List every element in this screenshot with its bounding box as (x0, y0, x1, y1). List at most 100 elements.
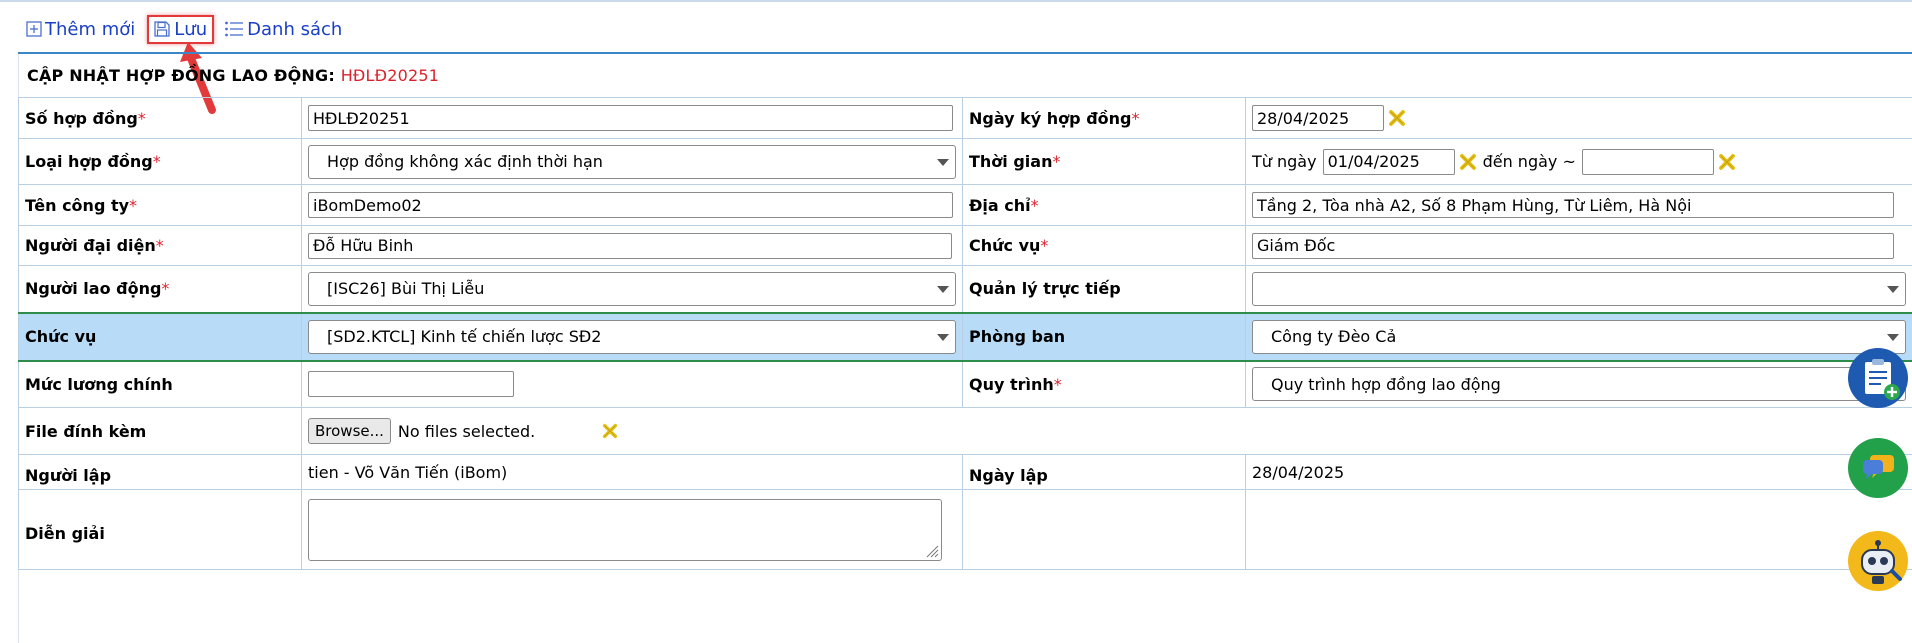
contract-type-label: Loại hợp đồng* (18, 138, 302, 185)
resize-grip-icon[interactable] (925, 544, 939, 558)
contract-no-cell: HĐLĐ20251 (301, 97, 963, 139)
file-status: No files selected. (397, 421, 536, 441)
save-button[interactable]: Lưu (147, 14, 215, 44)
chevron-down-icon (937, 158, 949, 166)
form-row: Người lập tien - Võ Văn Tiến (iBom) Ngày… (18, 454, 1912, 490)
list-label: Danh sách (247, 18, 343, 40)
department-select[interactable]: Công ty Đèo Cả (1252, 319, 1906, 354)
form-row: Mức lương chính Quy trình* Quy trình hợp… (18, 360, 1912, 408)
attachment-label: File đính kèm (18, 407, 302, 455)
process-value: Quy trình hợp đồng lao động (1271, 374, 1501, 394)
from-date-label: Từ ngày (1252, 152, 1317, 171)
to-date-label: đến ngày ~ (1482, 152, 1576, 171)
empty-cell (962, 489, 1246, 570)
chat-icon (1863, 455, 1894, 479)
company-cell: iBomDemo02 (301, 184, 963, 226)
sign-date-input[interactable]: 28/04/2025 (1252, 105, 1384, 131)
salary-label: Mức lương chính (18, 360, 302, 408)
from-date-input[interactable]: 01/04/2025 (1322, 148, 1455, 175)
employee-select[interactable]: [ISC26] Bùi Thị Liễu (308, 271, 956, 306)
clear-x-icon[interactable] (1718, 153, 1736, 171)
browse-button[interactable]: Browse... (308, 418, 391, 444)
employee-value: [ISC26] Bùi Thị Liễu (327, 279, 485, 299)
position-cell: [SD2.KTCL] Kinh tế chiến lược SĐ2 (301, 312, 963, 361)
employee-label: Người lao động* (18, 265, 302, 313)
period-label: Thời gian* (962, 138, 1246, 185)
contract-form: Số hợp đồng* HĐLĐ20251 Ngày ký hợp đồng*… (18, 97, 1912, 570)
form-row: Người đại diện* Đỗ Hữu Binh Chức vụ* Giá… (18, 225, 1912, 266)
robot-support-icon (1861, 540, 1902, 584)
empty-cell (1245, 489, 1912, 570)
rep-position-label: Chức vụ* (962, 225, 1246, 266)
description-cell (301, 489, 963, 570)
address-cell: Tầng 2, Tòa nhà A2, Số 8 Phạm Hùng, Từ L… (1245, 184, 1912, 226)
department-value: Công ty Đèo Cả (1271, 327, 1397, 346)
employee-cell: [ISC26] Bùi Thị Liễu (301, 265, 963, 313)
clear-x-icon[interactable] (602, 423, 618, 439)
company-input[interactable]: iBomDemo02 (308, 192, 953, 218)
department-label: Phòng ban (962, 312, 1246, 361)
manager-select[interactable] (1252, 271, 1906, 306)
toolbar: Thêm mới Lưu Danh sách (26, 14, 342, 44)
contract-type-cell: Hợp đồng không xác định thời hạn (301, 138, 963, 185)
contract-type-value: Hợp đồng không xác định thời hạn (327, 152, 603, 171)
company-label: Tên công ty* (18, 184, 302, 226)
attachment-cell: Browse... No files selected. (301, 407, 1912, 455)
clipboard-add-icon (1865, 359, 1900, 400)
chevron-down-icon (1887, 285, 1899, 293)
address-label: Địa chỉ* (962, 184, 1246, 226)
toolbar-divider (18, 52, 1912, 54)
created-date-label: Ngày lập (962, 454, 1246, 490)
chevron-down-icon (937, 333, 949, 341)
add-new-button[interactable]: Thêm mới (26, 19, 135, 40)
process-cell: Quy trình hợp đồng lao động (1245, 360, 1912, 408)
clear-x-icon[interactable] (1459, 153, 1477, 171)
contract-no-input[interactable]: HĐLĐ20251 (308, 105, 953, 131)
rep-position-input[interactable]: Giám Đốc (1252, 232, 1894, 259)
list-button[interactable]: Danh sách (224, 19, 342, 40)
creator-value: tien - Võ Văn Tiến (iBom) (301, 454, 963, 490)
form-row: Loại hợp đồng* Hợp đồng không xác định t… (18, 138, 1912, 185)
position-value: [SD2.KTCL] Kinh tế chiến lược SĐ2 (327, 327, 602, 346)
representative-cell: Đỗ Hữu Binh (301, 225, 963, 266)
contract-no-label: Số hợp đồng* (18, 97, 302, 139)
list-icon (225, 21, 244, 37)
form-row: Tên công ty* iBomDemo02 Địa chỉ* Tầng 2,… (18, 184, 1912, 226)
form-row: Số hợp đồng* HĐLĐ20251 Ngày ký hợp đồng*… (18, 97, 1912, 139)
contract-code: HĐLĐ20251 (340, 66, 440, 85)
sign-date-label: Ngày ký hợp đồng* (962, 97, 1246, 139)
plus-square-icon (26, 21, 42, 37)
manager-cell (1245, 265, 1912, 313)
sign-date-cell: 28/04/2025 (1245, 97, 1912, 139)
representative-label: Người đại diện* (18, 225, 302, 266)
salary-input[interactable] (308, 371, 514, 398)
floppy-disk-icon (154, 21, 170, 37)
position-label: Chức vụ (18, 312, 302, 361)
description-textarea[interactable] (308, 498, 942, 561)
save-label: Lưu (174, 18, 208, 40)
form-row: File đính kèm Browse... No files selecte… (18, 407, 1912, 455)
creator-label: Người lập (18, 454, 302, 490)
add-new-label: Thêm mới (45, 18, 136, 40)
position-select[interactable]: [SD2.KTCL] Kinh tế chiến lược SĐ2 (308, 319, 956, 354)
representative-input[interactable]: Đỗ Hữu Binh (308, 232, 952, 259)
page-title: CẬP NHẬT HỢP ĐỒNG LAO ĐỘNG: HĐLĐ20251 (27, 66, 439, 85)
clear-x-icon[interactable] (1388, 109, 1406, 127)
address-input[interactable]: Tầng 2, Tòa nhà A2, Số 8 Phạm Hùng, Từ L… (1252, 192, 1894, 218)
manager-label: Quản lý trực tiếp (962, 265, 1246, 313)
form-row: Diễn giải (18, 489, 1912, 570)
chat-fab[interactable] (1848, 438, 1908, 498)
created-date-value: 28/04/2025 (1245, 454, 1912, 490)
task-add-fab[interactable] (1848, 348, 1908, 408)
salary-cell (301, 360, 963, 408)
robot-support-fab[interactable] (1848, 531, 1908, 591)
process-select[interactable]: Quy trình hợp đồng lao động (1252, 367, 1906, 402)
chevron-down-icon (1887, 333, 1899, 341)
top-border (0, 0, 1912, 2)
to-date-input[interactable] (1581, 148, 1714, 175)
contract-type-select[interactable]: Hợp đồng không xác định thời hạn (308, 144, 956, 179)
page-title-text: CẬP NHẬT HỢP ĐỒNG LAO ĐỘNG: (27, 66, 335, 85)
chevron-down-icon (937, 285, 949, 293)
process-label: Quy trình* (962, 360, 1246, 408)
period-cell: Từ ngày 01/04/2025 đến ngày ~ (1245, 138, 1912, 185)
